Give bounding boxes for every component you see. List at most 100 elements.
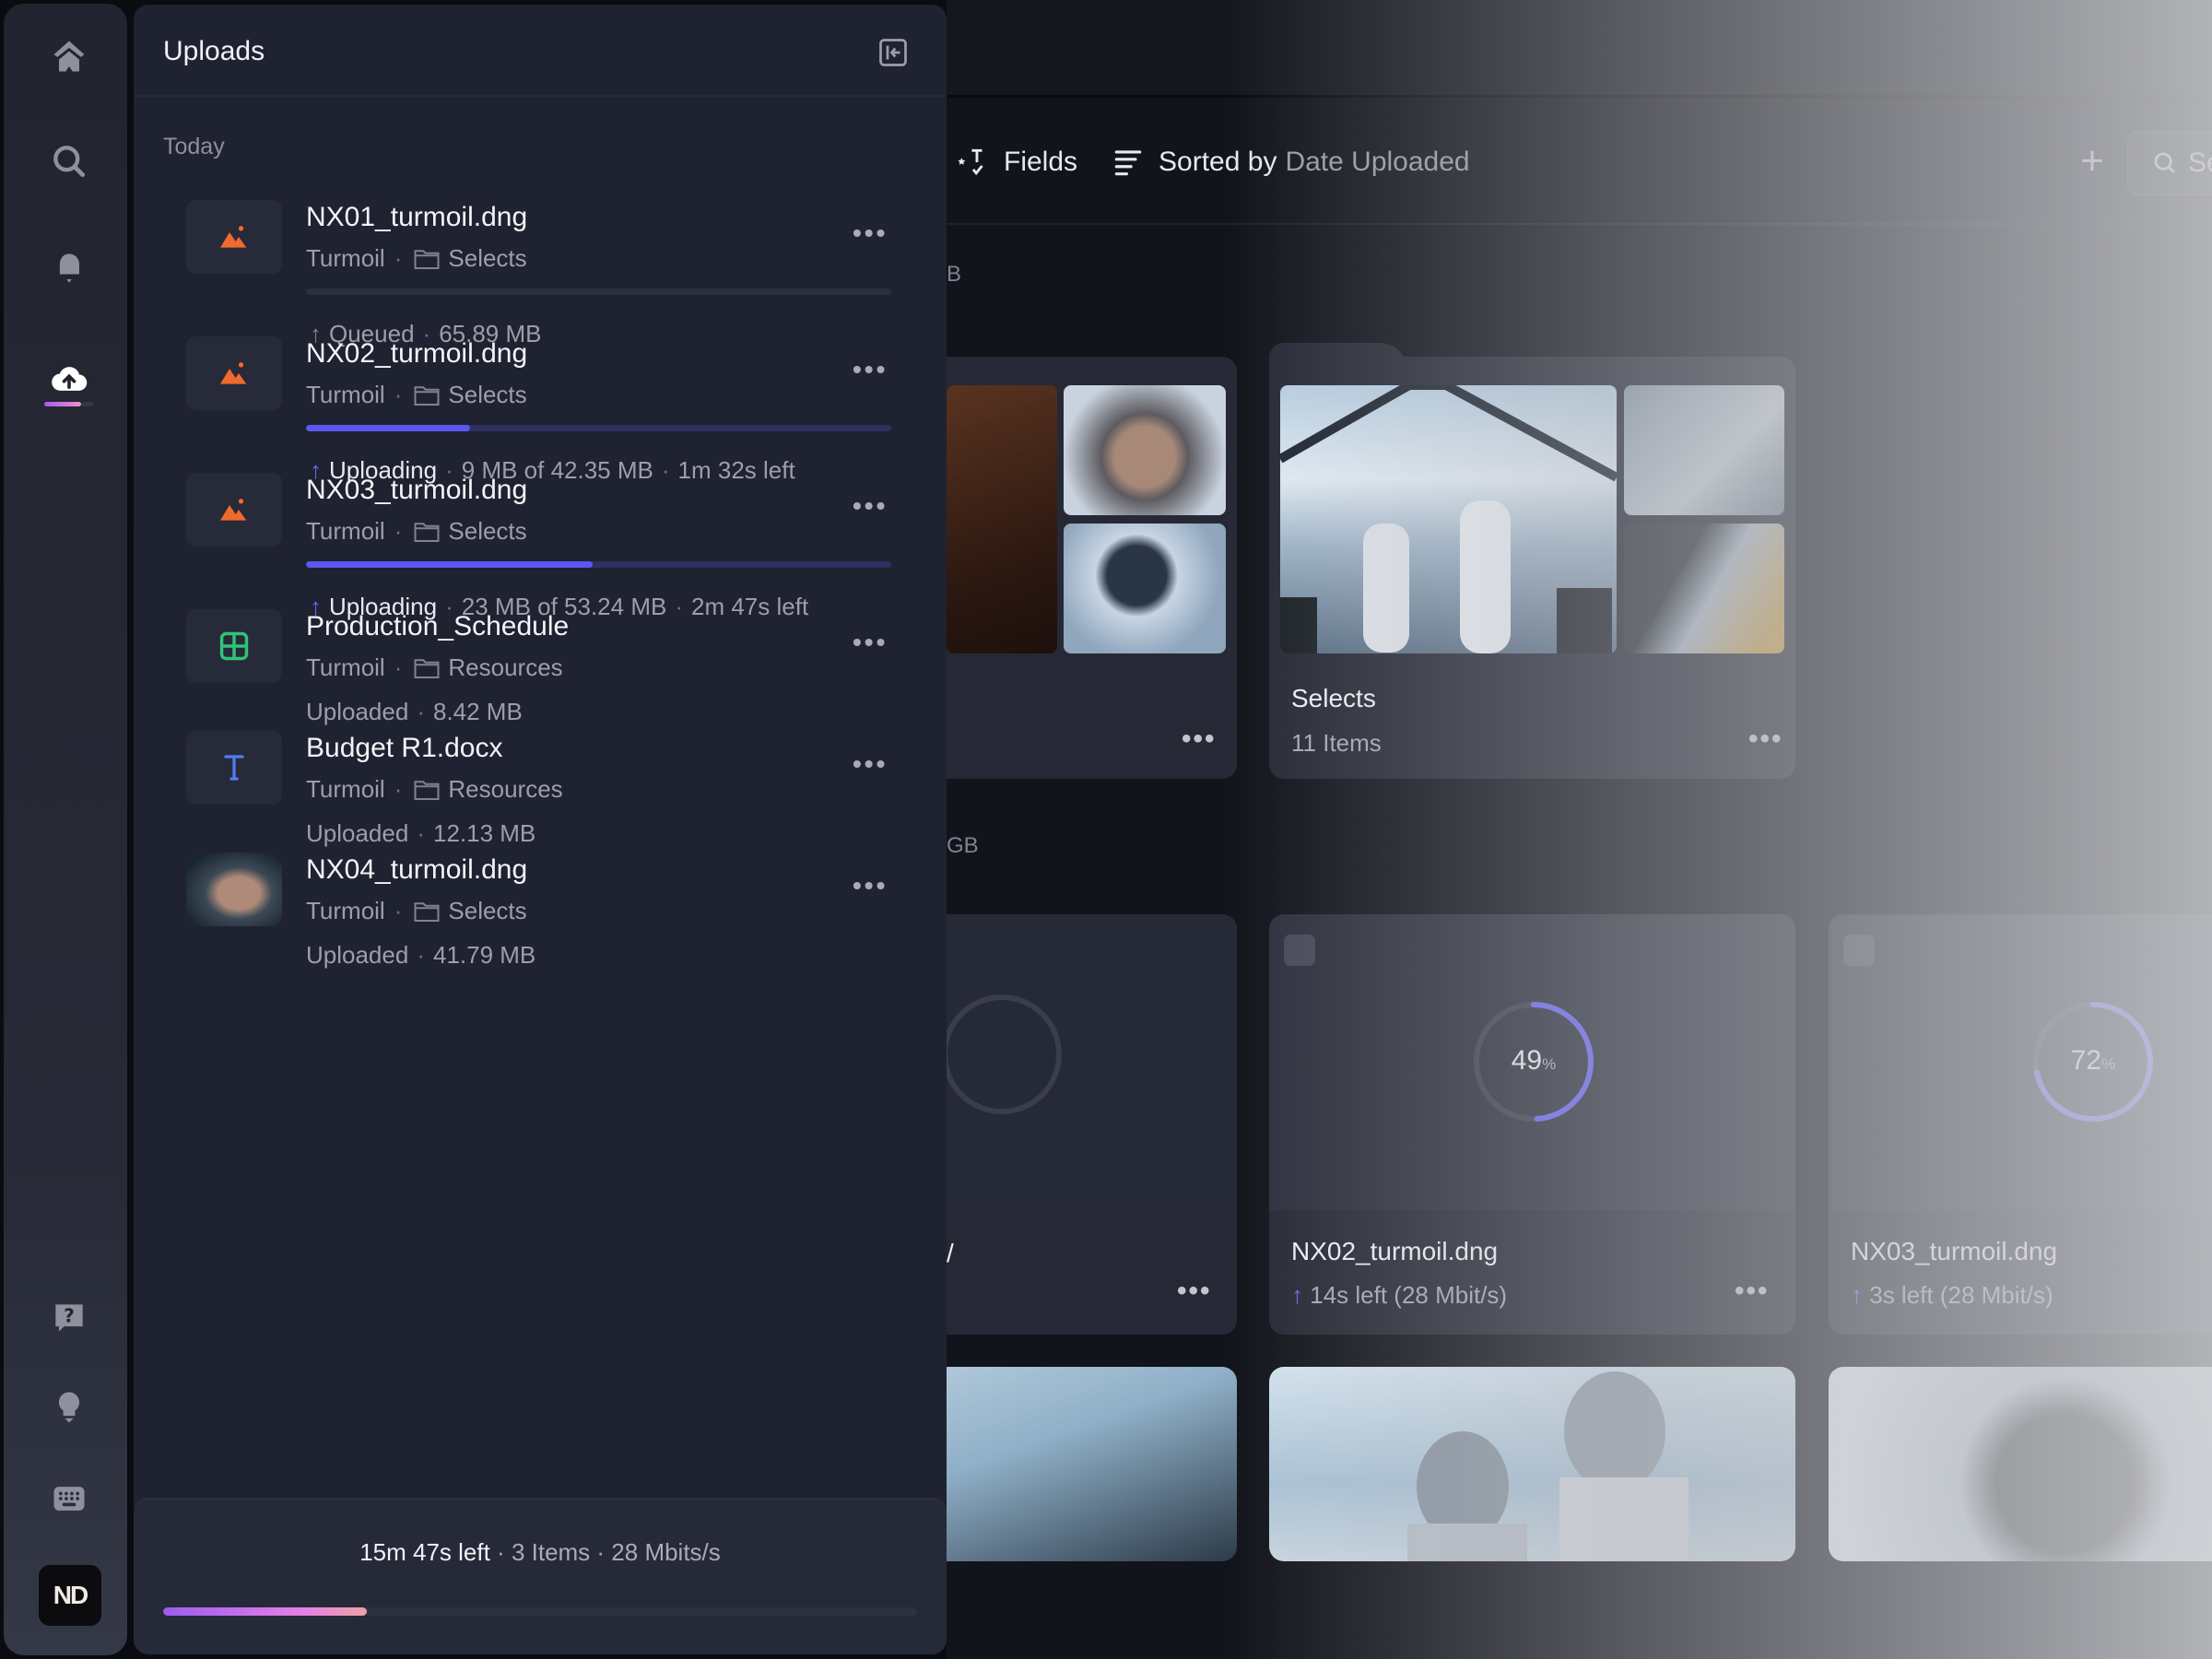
fields-button[interactable]: Fields <box>956 145 1077 180</box>
asset-card[interactable]: / ••• <box>947 914 1237 1335</box>
folder-icon <box>414 249 440 269</box>
project-name: Turmoil <box>306 653 385 681</box>
upload-status: ↑ 3s left (28 Mbit/s) <box>1851 1281 2053 1310</box>
summary-items: 3 Items <box>511 1538 591 1566</box>
file-name: NX02_turmoil.dng <box>306 338 528 369</box>
uploads-button[interactable] <box>44 354 94 404</box>
sort-button[interactable]: Sorted by Date Uploaded <box>1111 145 1470 180</box>
overall-progress-fill <box>163 1607 367 1616</box>
home-button[interactable] <box>44 31 94 81</box>
image-file-icon <box>220 499 247 521</box>
more-options-button[interactable]: ••• <box>853 491 888 521</box>
file-location: Turmoil · Selects <box>306 244 527 273</box>
search-icon <box>2154 152 2175 173</box>
file-location: Turmoil · Selects <box>306 381 527 409</box>
folder-icon <box>414 780 440 800</box>
progress-ring <box>947 994 1062 1114</box>
sort-value: Date Uploaded <box>1285 147 1470 177</box>
separator: · <box>394 517 403 545</box>
folder-card-selects[interactable]: Selects 11 Items ••• <box>1269 343 1795 779</box>
group-header-1: B <box>947 262 962 287</box>
more-options-button[interactable]: ••• <box>853 355 888 384</box>
fields-icon <box>958 148 983 176</box>
folder-preview-image <box>1280 385 1617 653</box>
help-icon: ? <box>55 1304 83 1332</box>
folder-name: Selects <box>448 381 527 408</box>
file-thumbnail <box>186 473 282 547</box>
separator: · <box>417 698 425 725</box>
upload-item[interactable]: NX04_turmoil.dng Turmoil · Selects ••• Up… <box>134 853 947 1037</box>
file-progress-fill <box>306 561 594 568</box>
select-checkbox[interactable] <box>1843 935 1875 966</box>
upload-detail: 12.13 MB <box>432 819 536 847</box>
more-options-button[interactable]: ••• <box>1177 1276 1212 1307</box>
upload-status: Uploaded · 8.42 MB <box>306 698 523 726</box>
more-options-button[interactable]: ••• <box>853 628 888 657</box>
upload-status: Uploaded · 12.13 MB <box>306 819 535 848</box>
folder-count: 11 Items <box>1291 729 1382 757</box>
asset-card-image[interactable] <box>947 1367 1237 1561</box>
file-progress-bar <box>306 425 891 431</box>
photo-thumbnail-icon <box>186 853 282 926</box>
folder-name: Selects <box>448 517 527 545</box>
user-avatar[interactable]: ND <box>39 1565 101 1626</box>
spreadsheet-icon <box>219 631 249 661</box>
group-label-today: Today <box>163 134 225 159</box>
more-options-button[interactable]: ••• <box>853 749 888 779</box>
file-progress-bar <box>306 288 891 295</box>
tips-button[interactable] <box>44 1382 94 1432</box>
project-name: Turmoil <box>306 897 385 924</box>
uploading-asset-card[interactable]: 49% NX02_turmoil.dng ↑ 14s left (28 Mbit… <box>1269 914 1795 1335</box>
upload-state: Uploaded <box>306 698 409 725</box>
folder-icon <box>414 901 440 922</box>
project-name: Turmoil <box>306 517 385 545</box>
file-progress-fill <box>306 425 470 431</box>
asset-card-image[interactable] <box>1269 1367 1795 1561</box>
more-options-button[interactable]: ••• <box>1735 1276 1770 1307</box>
summary-speed: 28 Mbits/s <box>611 1538 721 1566</box>
separator: · <box>394 244 403 272</box>
keyboard-icon <box>53 1487 85 1511</box>
file-location: Turmoil · Resources <box>306 775 563 804</box>
separator: · <box>394 653 403 681</box>
more-options-button[interactable]: ••• <box>853 871 888 900</box>
separator: · <box>394 381 403 408</box>
cloud-upload-icon <box>52 367 88 391</box>
summary-text: 15m 47s left · 3 Items · 28 Mbits/s <box>359 1538 721 1566</box>
select-checkbox[interactable] <box>1284 935 1315 966</box>
nav-rail: ? ND <box>4 4 127 1655</box>
file-name: Production_Schedule <box>306 611 570 641</box>
search-input[interactable]: Se <box>2127 131 2212 195</box>
top-bar <box>947 0 2212 98</box>
main-content: Fields Sorted by Date Uploaded + Se B ••… <box>947 0 2212 1659</box>
asset-card-image[interactable] <box>1829 1367 2212 1561</box>
notifications-button[interactable] <box>44 244 94 294</box>
folder-icon <box>414 385 440 406</box>
upload-progress-track <box>81 402 94 406</box>
group-header-2: GB <box>947 833 979 858</box>
progress-percent: 49% <box>1469 1045 1598 1077</box>
folder-icon <box>414 658 440 678</box>
collapse-panel-icon[interactable] <box>877 36 910 69</box>
file-name: Budget R1.docx <box>306 733 503 763</box>
uploading-asset-card[interactable]: 72% NX03_turmoil.dng ↑ 3s left (28 Mbit/… <box>1829 914 2212 1335</box>
keyboard-shortcuts-button[interactable] <box>44 1474 94 1524</box>
folder-name: Selects <box>448 897 527 924</box>
folder-preview-image <box>947 385 1057 653</box>
more-options-button[interactable]: ••• <box>1748 724 1783 755</box>
file-thumbnail <box>186 200 282 274</box>
upload-detail: 8.42 MB <box>432 698 523 725</box>
more-options-button[interactable]: ••• <box>1182 724 1217 755</box>
search-button[interactable] <box>44 136 94 186</box>
folder-card[interactable]: ••• <box>947 357 1237 779</box>
progress-percent: 72% <box>2029 1045 2158 1077</box>
add-button[interactable]: + <box>2071 140 2113 182</box>
summary-time-left: 15m 47s left <box>359 1538 490 1566</box>
help-button[interactable]: ? <box>44 1293 94 1343</box>
project-name: Turmoil <box>306 244 385 272</box>
file-location: Turmoil · Resources <box>306 653 563 682</box>
home-icon <box>53 41 85 72</box>
uploads-header: Uploads <box>134 5 947 97</box>
folder-name: Resources <box>448 775 563 803</box>
more-options-button[interactable]: ••• <box>853 218 888 248</box>
